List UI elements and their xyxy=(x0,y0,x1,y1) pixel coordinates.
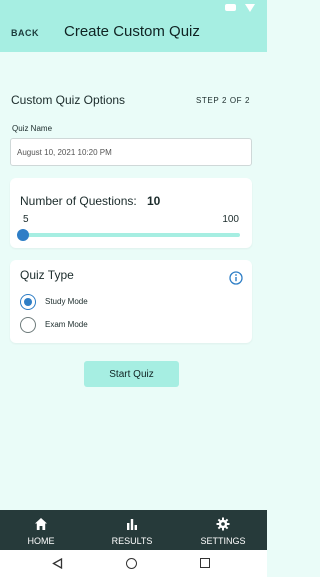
start-quiz-button[interactable]: Start Quiz xyxy=(84,361,179,387)
nav-recents-icon[interactable] xyxy=(200,558,210,568)
system-nav-bar xyxy=(0,550,267,577)
questions-slider-track[interactable] xyxy=(23,233,240,237)
study-mode-radio[interactable] xyxy=(20,294,36,310)
status-bar xyxy=(0,0,267,16)
quiz-name-label: Quiz Name xyxy=(12,124,53,133)
back-button[interactable]: BACK xyxy=(11,28,39,38)
quiz-type-card: Quiz Type Study Mode Exam Mode xyxy=(10,260,252,343)
bar-chart-icon xyxy=(127,519,137,530)
signal-icon xyxy=(245,4,255,12)
tab-results[interactable]: RESULTS xyxy=(92,510,172,550)
tab-results-label: RESULTS xyxy=(111,536,153,546)
questions-label: Number of Questions: xyxy=(20,194,137,208)
tab-home[interactable]: HOME xyxy=(1,510,81,550)
tab-settings-label: SETTINGS xyxy=(200,536,246,546)
questions-slider-thumb[interactable] xyxy=(17,229,29,241)
nav-home-icon[interactable] xyxy=(126,558,137,569)
battery-icon xyxy=(225,4,236,11)
quiz-name-input[interactable] xyxy=(10,138,252,166)
exam-mode-label: Exam Mode xyxy=(45,320,88,329)
step-indicator: STEP 2 OF 2 xyxy=(195,96,250,105)
bottom-tab-bar: HOME RESULTS SETTINGS xyxy=(0,510,267,550)
options-heading: Custom Quiz Options xyxy=(11,93,126,107)
slider-max-label: 100 xyxy=(222,214,239,225)
questions-card: Number of Questions: 10 5 100 xyxy=(10,178,252,248)
study-mode-label: Study Mode xyxy=(45,297,88,306)
exam-mode-radio[interactable] xyxy=(20,317,36,333)
home-icon xyxy=(35,518,47,530)
info-icon[interactable] xyxy=(229,271,243,285)
page-title: Create Custom Quiz xyxy=(64,23,200,40)
tab-home-label: HOME xyxy=(27,536,55,546)
questions-value: 10 xyxy=(147,194,161,208)
gear-icon xyxy=(216,517,230,531)
slider-min-label: 5 xyxy=(23,214,29,225)
nav-back-icon[interactable] xyxy=(52,558,63,569)
quiz-type-title: Quiz Type xyxy=(20,268,74,282)
app-bar: BACK Create Custom Quiz xyxy=(0,16,267,52)
tab-settings[interactable]: SETTINGS xyxy=(183,510,263,550)
